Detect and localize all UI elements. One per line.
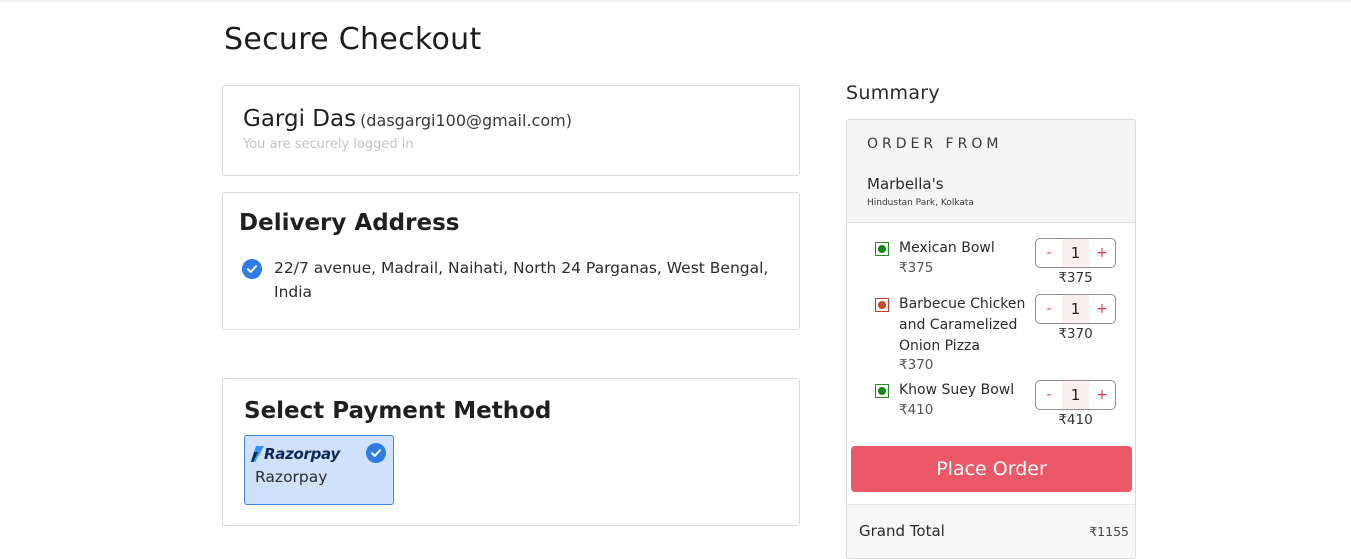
restaurant-header: ORDER FROM Marbella's Hindustan Park, Ko… bbox=[847, 120, 1135, 223]
delivery-address-heading: Delivery Address bbox=[239, 210, 460, 236]
user-email: (dasgargi100@gmail.com) bbox=[360, 111, 572, 130]
item-name: Barbecue Chicken and Caramelized Onion P… bbox=[899, 296, 1026, 354]
item-total: ₹370 bbox=[1058, 326, 1093, 342]
quantity-stepper: - 1 + bbox=[1035, 380, 1116, 410]
decrease-quantity-button[interactable]: - bbox=[1036, 387, 1062, 403]
decrease-quantity-button[interactable]: - bbox=[1036, 301, 1062, 317]
quantity-stepper: - 1 + bbox=[1035, 294, 1116, 324]
item-total: ₹410 bbox=[1058, 412, 1093, 428]
increase-quantity-button[interactable]: + bbox=[1089, 245, 1115, 261]
razorpay-logo-text: Razorpay bbox=[264, 445, 340, 463]
razorpay-label: Razorpay bbox=[255, 468, 328, 486]
summary-title: Summary bbox=[846, 82, 940, 104]
item-price: ₹410 bbox=[899, 402, 934, 418]
quantity-value: 1 bbox=[1062, 239, 1089, 267]
user-name: Gargi Das bbox=[243, 106, 357, 132]
razorpay-logo-icon bbox=[251, 446, 264, 462]
payment-method-card: Select Payment Method Razorpay Razorpay bbox=[222, 378, 800, 526]
restaurant-location: Hindustan Park, Kolkata bbox=[867, 198, 974, 208]
user-card: Gargi Das (dasgargi100@gmail.com) You are… bbox=[222, 85, 800, 176]
user-name-line: Gargi Das (dasgargi100@gmail.com) bbox=[243, 106, 572, 132]
quantity-stepper: - 1 + bbox=[1035, 238, 1116, 268]
address-selected-check-icon bbox=[242, 259, 262, 279]
nonveg-indicator-icon bbox=[875, 298, 889, 312]
address-text: 22/7 avenue, Madrail, Naihati, North 24 … bbox=[274, 259, 769, 301]
place-order-button[interactable]: Place Order bbox=[851, 446, 1132, 492]
item-price: ₹370 bbox=[899, 357, 934, 373]
razorpay-option[interactable]: Razorpay Razorpay bbox=[244, 435, 394, 505]
delivery-address-card[interactable]: Delivery Address 22/7 avenue, Madrail, N… bbox=[222, 192, 800, 330]
decrease-quantity-button[interactable]: - bbox=[1036, 245, 1062, 261]
payment-method-heading: Select Payment Method bbox=[244, 398, 552, 424]
item-price: ₹375 bbox=[899, 260, 934, 276]
order-from-label: ORDER FROM bbox=[867, 136, 1003, 152]
veg-indicator-icon bbox=[875, 384, 889, 398]
top-divider bbox=[0, 0, 1351, 2]
quantity-value: 1 bbox=[1062, 381, 1089, 409]
razorpay-logo: Razorpay bbox=[251, 444, 340, 464]
login-status-note: You are securely logged in bbox=[243, 137, 414, 152]
grand-total-label: Grand Total bbox=[859, 522, 945, 540]
increase-quantity-button[interactable]: + bbox=[1089, 301, 1115, 317]
restaurant-name: Marbella's bbox=[867, 175, 944, 193]
increase-quantity-button[interactable]: + bbox=[1089, 387, 1115, 403]
grand-total-row: Grand Total ₹1155 bbox=[847, 504, 1135, 558]
order-summary-panel: ORDER FROM Marbella's Hindustan Park, Ko… bbox=[846, 119, 1136, 559]
page-title: Secure Checkout bbox=[224, 22, 482, 57]
quantity-value: 1 bbox=[1062, 295, 1089, 323]
veg-indicator-icon bbox=[875, 242, 889, 256]
item-name: Khow Suey Bowl bbox=[899, 382, 1015, 398]
item-total: ₹375 bbox=[1058, 270, 1093, 286]
grand-total-value: ₹1155 bbox=[1089, 524, 1129, 539]
item-name: Mexican Bowl bbox=[899, 240, 995, 256]
payment-selected-check-icon bbox=[366, 443, 386, 463]
